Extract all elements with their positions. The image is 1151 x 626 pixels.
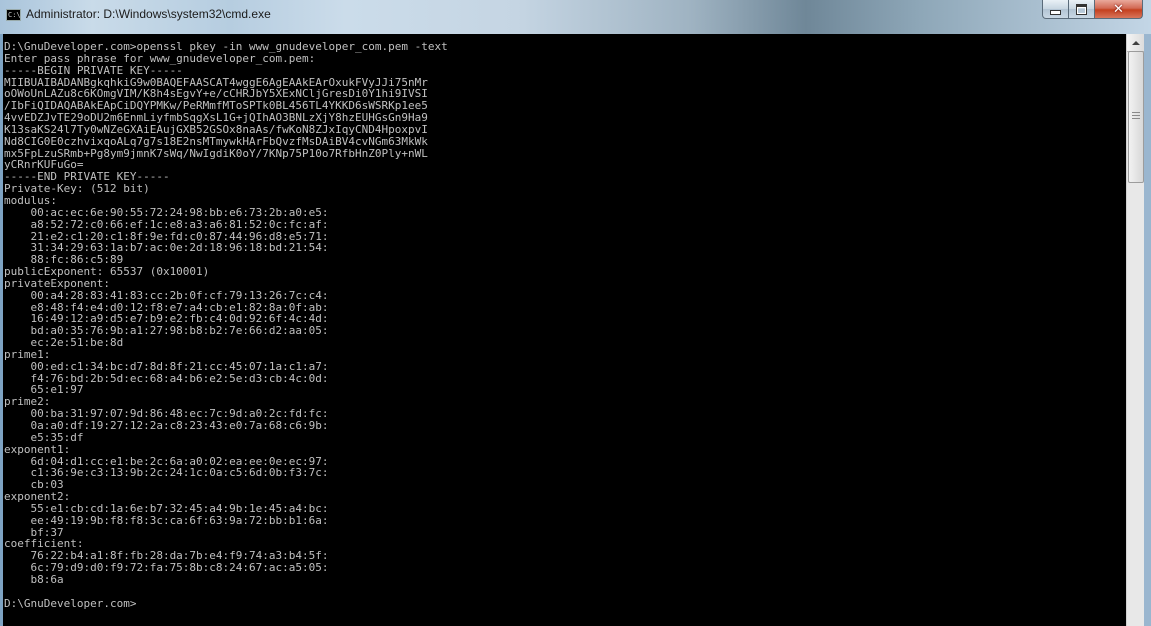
app-icon-label: C:\ (8, 11, 21, 19)
vertical-scrollbar[interactable] (1126, 34, 1144, 626)
console-line: e5:35:df (4, 430, 84, 444)
scroll-thumb[interactable] (1128, 51, 1144, 183)
console-line: f4:76:bd:2b:5d:ec:68:a4:b6:e2:5e:d3:cb:4… (4, 371, 329, 385)
console-line: exponent1: (4, 442, 71, 456)
console-line: Private-Key: (512 bit) (4, 182, 150, 196)
console-line: cb:03 (4, 478, 64, 492)
console-line: 6c:79:d9:d0:f9:72:fa:75:8b:c8:24:67:ac:a… (4, 561, 329, 575)
console-line: privateExponent: (4, 276, 110, 290)
maximize-icon (1076, 3, 1087, 15)
minimize-button[interactable] (1042, 0, 1069, 19)
console-output[interactable]: D:\GnuDeveloper.com>openssl pkey -in www… (3, 34, 1126, 626)
console-line: 00:a4:28:83:41:83:cc:2b:0f:cf:79:13:26:7… (4, 288, 329, 302)
console-line: Nd8CIG0E0czhvixqoALq7g7s18E2nsMTmywkHArF… (4, 134, 428, 148)
console-line: mx5FpLzuSRmb+Pg8ym9jmnK7sWq/NwIgdiK0oY/7… (4, 146, 428, 160)
grip-icon (1132, 118, 1140, 119)
console-line: ee:49:19:9b:f8:f8:3c:ca:6f:63:9a:72:bb:b… (4, 513, 329, 527)
console-line: bd:a0:35:76:9b:a1:27:98:b8:b2:7e:66:d2:a… (4, 324, 329, 338)
close-button[interactable]: ✕ (1095, 0, 1143, 19)
console-text: D:\GnuDeveloper.com>openssl pkey -in www… (3, 34, 1126, 610)
console-line: Enter pass phrase for www_gnudeveloper_c… (4, 51, 316, 65)
cmd-app-icon[interactable]: C:\ (6, 9, 21, 21)
console-line: D:\GnuDeveloper.com> (4, 596, 137, 610)
console-line: 00:ac:ec:6e:90:55:72:24:98:bb:e6:73:2b:a… (4, 205, 329, 219)
console-line: ec:2e:51:be:8d (4, 336, 124, 350)
title-bar[interactable]: C:\ Administrator: D:\Windows\system32\c… (0, 0, 1151, 34)
console-line: K13saKS24l7Ty0wNZeGXAiEAujGXB52GSOx8naAs… (4, 122, 428, 136)
console-line: -----BEGIN PRIVATE KEY----- (4, 63, 183, 77)
grip-icon (1132, 115, 1140, 116)
console-line: a8:52:72:c0:66:ef:1c:e8:a3:a6:81:52:0c:f… (4, 217, 329, 231)
maximize-button[interactable] (1069, 0, 1095, 19)
console-line: yCRnrKUFuGo= (4, 158, 84, 172)
window-frame-right (1144, 34, 1151, 626)
console-line: c1:36:9e:c3:13:9b:2c:24:1c:0a:c5:6d:0b:f… (4, 466, 329, 480)
scroll-up-button[interactable] (1127, 34, 1144, 52)
console-line: -----END PRIVATE KEY----- (4, 170, 170, 184)
grip-icon (1132, 112, 1140, 113)
console-line: 55:e1:cb:cd:1a:6e:b7:32:45:a4:9b:1e:45:a… (4, 501, 329, 515)
console-line: bf:37 (4, 525, 64, 539)
console-line: publicExponent: 65537 (0x10001) (4, 265, 210, 279)
console-line: 0a:a0:df:19:27:12:2a:c8:23:43:e0:7a:68:c… (4, 419, 329, 432)
cmd-window: C:\ Administrator: D:\Windows\system32\c… (0, 0, 1151, 626)
console-line: 00:ed:c1:34:bc:d7:8d:8f:21:cc:45:07:1a:c… (4, 359, 329, 373)
arrow-up-icon (1131, 40, 1140, 45)
close-icon: ✕ (1113, 1, 1124, 17)
caption-buttons: ✕ (1042, 0, 1143, 20)
minimize-icon (1050, 9, 1061, 15)
console-line: 65:e1:97 (4, 383, 84, 397)
console-line: b8:6a (4, 572, 64, 586)
window-title: Administrator: D:\Windows\system32\cmd.e… (26, 7, 271, 21)
console-line: 31:34:29:63:1a:b7:ac:0e:2d:18:96:18:bd:2… (4, 241, 329, 255)
console-line: prime1: (4, 347, 51, 361)
